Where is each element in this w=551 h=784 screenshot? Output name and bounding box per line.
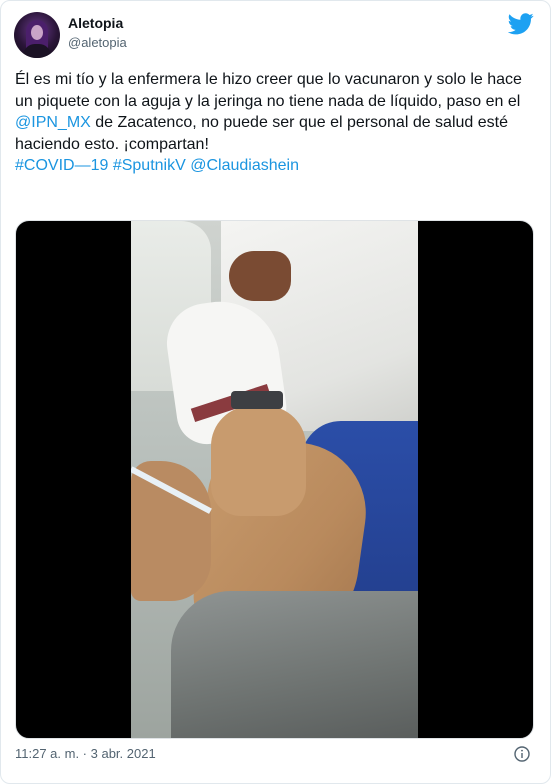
video-nurse-hand [211, 406, 306, 516]
hashtag-sputnik-link[interactable]: #SputnikV [113, 157, 186, 174]
author-name[interactable]: Aletopia [68, 15, 123, 31]
avatar[interactable] [14, 12, 60, 58]
video-jeans [171, 591, 418, 738]
video-player[interactable] [15, 220, 534, 739]
avatar-body [23, 44, 51, 58]
video-syringe-hand [131, 461, 211, 601]
hashtag-covid-link[interactable]: #COVID—19 [15, 157, 108, 174]
twitter-bird-icon[interactable] [508, 13, 534, 35]
mention-ipn-link[interactable]: @IPN_MX [15, 114, 91, 131]
video-frame [131, 221, 418, 738]
tweet-text-part-1: Él es mi tío y la enfermera le hizo cree… [15, 71, 522, 110]
author-handle[interactable]: @aletopia [68, 35, 127, 50]
avatar-face [31, 25, 43, 40]
tweet-card[interactable]: Aletopia @aletopia Él es mi tío y la enf… [0, 0, 551, 784]
video-watch [231, 391, 283, 409]
tweet-timestamp[interactable]: 11:27 a. m. · 3 abr. 2021 [15, 746, 156, 761]
mention-claudia-link[interactable]: @Claudiashein [190, 157, 299, 174]
tweet-text: Él es mi tío y la enfermera le hizo cree… [15, 69, 537, 177]
info-icon[interactable] [514, 746, 530, 762]
video-hand-top [229, 251, 291, 301]
